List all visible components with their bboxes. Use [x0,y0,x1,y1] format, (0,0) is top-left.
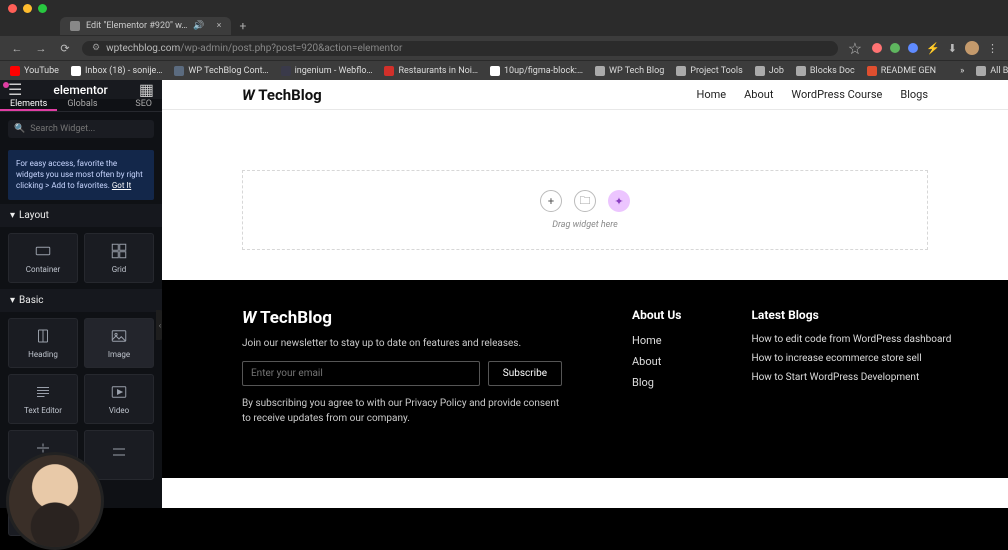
footer-link-home[interactable]: Home [632,334,681,347]
nav-blogs[interactable]: Blogs [900,88,928,101]
newsletter-fineprint: By subscribing you agree to with our Pri… [242,396,562,426]
window-titlebar [0,0,1008,16]
footer-logo: WTechBlog [242,308,562,328]
nav-about[interactable]: About [744,88,773,101]
search-icon: 🔍 [14,124,25,134]
extensions-menu-icon[interactable]: ⚡ [926,42,940,55]
editor-canvas: W TechBlog Home About WordPress Course B… [162,80,1008,508]
minimize-window-icon[interactable] [23,4,32,13]
elementor-panel: ☰ elementor ▦ Elements Globals SEO 🔍 For… [0,80,162,508]
chevron-down-icon: ▾ [10,210,15,221]
address-bar[interactable]: ⚙ wptechblog.com/wp-admin/post.php?post=… [82,41,838,56]
browser-tab[interactable]: Edit "Elementor #920" w… 🔊 × [60,17,231,35]
favicon-icon [70,21,80,31]
elementor-logo: elementor [53,83,107,97]
back-button[interactable]: ← [10,42,24,55]
bookmark-item[interactable]: Restaurants in Noi… [384,66,477,76]
chevron-down-icon: ▾ [10,295,15,306]
download-icon[interactable]: ⬇ [948,42,957,55]
nav-wordpress-course[interactable]: WordPress Course [791,88,882,101]
search-input[interactable] [30,124,148,134]
subscribe-button[interactable]: Subscribe [488,361,562,386]
bookmarks-overflow-icon[interactable]: » [960,66,964,76]
bookmark-star-icon[interactable]: ☆ [848,39,862,58]
new-tab-button[interactable]: + [239,19,246,33]
footer-blogs-title: Latest Blogs [751,308,951,322]
bookmark-item[interactable]: WP TechBlog Cont… [174,66,268,76]
add-section-button[interactable]: + [540,190,562,212]
toolbar-right: ⚡ ⬇ ⋮ [872,41,998,55]
footer-about-title: About Us [632,308,681,322]
bookmark-item[interactable]: README GEN [867,66,936,76]
kebab-menu-icon[interactable]: ⋮ [987,42,998,55]
widget-search[interactable]: 🔍 [8,120,154,138]
url-host: wptechblog.com/wp-admin/post.php?post=92… [106,43,402,54]
footer-blog-link[interactable]: How to increase ecommerce store sell [751,353,951,364]
site-header: W TechBlog Home About WordPress Course B… [162,80,1008,110]
extension-icon[interactable] [890,43,900,53]
extension-icon[interactable] [908,43,918,53]
newsletter-text: Join our newsletter to stay up to date o… [242,338,562,349]
browser-toolbar: ← → ⟳ ⚙ wptechblog.com/wp-admin/post.php… [0,36,1008,60]
widget-image[interactable]: Image [84,318,154,368]
extension-icon[interactable] [872,43,882,53]
site-settings-icon[interactable]: ⚙ [92,43,100,53]
bookmark-folder[interactable]: Blocks Doc [796,66,855,76]
primary-nav: Home About WordPress Course Blogs [697,88,928,101]
favorites-tip: For easy access, favorite the widgets yo… [8,150,154,200]
section-layout[interactable]: ▾Layout [0,204,162,227]
dropzone-hint: Drag widget here [552,220,618,230]
close-window-icon[interactable] [8,4,17,13]
apps-icon[interactable]: ▦ [139,80,154,99]
browser-tabstrip: Edit "Elementor #920" w… 🔊 × + [0,16,1008,36]
widget-heading[interactable]: Heading [8,318,78,368]
bookmark-item[interactable]: YouTube [10,66,59,76]
tab-elements[interactable]: Elements [0,99,57,111]
bookmark-folder[interactable]: Job [755,66,784,76]
newsletter-email-input[interactable] [242,361,480,386]
forward-button[interactable]: → [34,42,48,55]
widget-text-editor[interactable]: Text Editor [8,374,78,424]
panel-header: ☰ elementor ▦ [0,80,162,99]
widget-container[interactable]: Container [8,233,78,283]
footer-link-about[interactable]: About [632,355,681,368]
bookmarks-bar: YouTube Inbox (18) - sonije… WP TechBlog… [0,60,1008,80]
profile-avatar-icon[interactable] [965,41,979,55]
tab-close-icon[interactable]: × [217,21,222,31]
tab-audio-icon[interactable]: 🔊 [193,21,204,31]
site-logo[interactable]: W TechBlog [242,86,322,104]
bookmark-item[interactable]: 10up/figma-block:… [490,66,583,76]
footer-blog-link[interactable]: How to Start WordPress Development [751,372,951,383]
widget-dropzone[interactable]: + 🗀 ✦ Drag widget here [242,170,928,250]
bookmark-folder[interactable]: WP Tech Blog [595,66,664,76]
tab-seo[interactable]: SEO [125,99,162,111]
bookmark-item[interactable]: ingenium - Webflo… [281,66,373,76]
support-avatar[interactable] [6,452,104,550]
nav-home[interactable]: Home [697,88,727,101]
section-basic[interactable]: ▾Basic [0,289,162,312]
got-it-link[interactable]: Got It [112,181,131,190]
widget-grid[interactable]: Grid [84,233,154,283]
widget-video[interactable]: Video [84,374,154,424]
reload-button[interactable]: ⟳ [58,42,72,55]
notification-dot-icon [3,82,9,88]
ai-button[interactable]: ✦ [608,190,630,212]
panel-tabs: Elements Globals SEO [0,99,162,112]
footer-blog-link[interactable]: How to edit code from WordPress dashboar… [751,334,951,345]
site-footer: WTechBlog Join our newsletter to stay up… [162,280,1008,478]
hamburger-icon[interactable]: ☰ [8,80,22,99]
all-bookmarks-button[interactable]: All Bookmarks [976,66,1008,76]
template-library-button[interactable]: 🗀 [574,190,596,212]
bookmark-folder[interactable]: Project Tools [676,66,742,76]
tab-title: Edit "Elementor #920" w… [86,21,187,31]
tab-globals[interactable]: Globals [57,99,107,111]
maximize-window-icon[interactable] [38,4,47,13]
bookmark-item[interactable]: Inbox (18) - sonije… [71,66,162,76]
footer-link-blog[interactable]: Blog [632,376,681,389]
